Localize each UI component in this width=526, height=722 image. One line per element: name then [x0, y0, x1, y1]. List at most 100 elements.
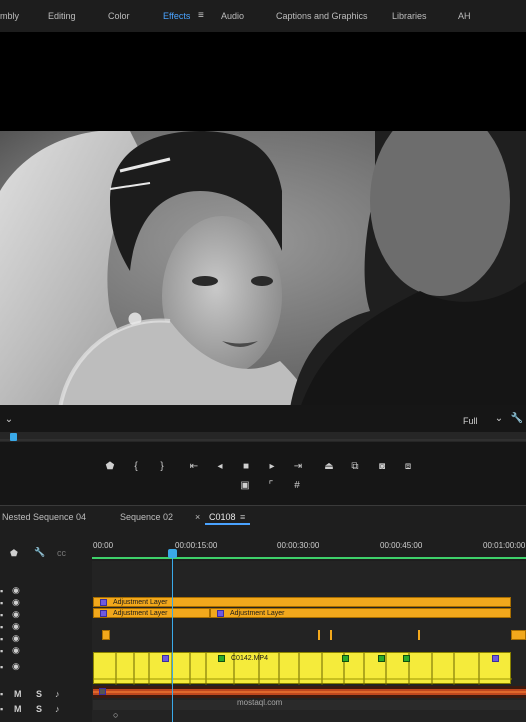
fx-badge-icon [162, 655, 169, 662]
step-back-icon[interactable]: ◂ [213, 461, 227, 473]
effect-badge-icon [342, 655, 349, 662]
monitor-controls: ⌄ Full ⌄ 🔧 ⬟ { } ⇤ ◂ ■ ▸ ⇥ ⏏ ⧉ ◙ ⧈ ▣ ⌜ # [0, 405, 526, 505]
go-to-in-icon[interactable]: ⇤ [187, 461, 201, 473]
clip-label: Adjustment Layer [113, 599, 168, 606]
ruler-label: 00:00:45:00 [380, 541, 423, 550]
lift-icon[interactable]: ⏏ [322, 461, 336, 473]
workspace-tab-ah[interactable]: AH [458, 11, 471, 21]
track-lock-icon[interactable]: ▪ [0, 634, 3, 644]
audio-clip[interactable] [93, 686, 526, 698]
tab-menu-icon[interactable]: ≡ [240, 512, 245, 522]
small-clip[interactable] [511, 630, 526, 640]
microphone-icon[interactable]: ♪ [55, 704, 60, 714]
safe-margins-icon[interactable]: ▣ [238, 480, 252, 492]
wrench-icon[interactable]: 🔧 [510, 413, 524, 425]
go-to-out-icon[interactable]: ⇥ [291, 461, 305, 473]
zoom-scroll-handle[interactable]: ○ [113, 710, 118, 720]
workspace-bar: mbly Editing Color Effects ≡ Audio Capti… [0, 0, 526, 32]
mute-button[interactable]: M [14, 704, 22, 714]
work-area-bar[interactable] [92, 557, 526, 559]
ruler-label: 00:00:15:00 [175, 541, 218, 550]
eye-icon[interactable]: ◉ [12, 609, 20, 619]
solo-button[interactable]: S [36, 704, 42, 714]
add-marker-icon[interactable]: ⬟ [10, 548, 18, 558]
fx-badge-icon [492, 655, 499, 662]
eye-icon[interactable]: ◉ [12, 585, 20, 595]
tab-c0108[interactable]: C0108 [209, 512, 236, 522]
chevron-down-icon[interactable]: ⌄ [2, 414, 16, 426]
step-forward-icon[interactable]: ▸ [265, 461, 279, 473]
effect-badge-icon [218, 655, 225, 662]
watermark-text: mostaql.com [237, 698, 283, 707]
video-frame [0, 131, 526, 408]
track-lock-icon[interactable]: ▪ [0, 610, 3, 620]
track-lock-icon[interactable]: ▪ [0, 689, 3, 699]
timeline-playhead-line[interactable] [172, 549, 173, 722]
monitor-playhead[interactable] [10, 433, 17, 441]
microphone-icon[interactable]: ♪ [55, 689, 60, 699]
video-clip[interactable]: C0142.MP4 [93, 652, 512, 685]
extract-icon[interactable]: ⧉ [348, 461, 362, 473]
workspace-tab-captions[interactable]: Captions and Graphics [276, 11, 368, 21]
solo-button[interactable]: S [36, 689, 42, 699]
eye-icon[interactable]: ◉ [12, 633, 20, 643]
active-tab-underline [205, 523, 250, 525]
clip-label: Adjustment Layer [230, 610, 285, 617]
track-lock-icon[interactable]: ▪ [0, 598, 3, 608]
add-marker-icon[interactable]: ⬟ [103, 461, 117, 473]
small-clip[interactable] [318, 630, 320, 640]
workspace-menu-icon[interactable]: ≡ [198, 10, 204, 21]
tab-sequence-02[interactable]: Sequence 02 [120, 512, 173, 522]
fx-badge-icon [217, 610, 224, 617]
small-clip[interactable] [418, 630, 420, 640]
timeline-playhead-handle[interactable] [168, 549, 177, 558]
audio-track-2[interactable] [93, 700, 526, 710]
tab-nested-sequence-04[interactable]: Nested Sequence 04 [2, 512, 86, 522]
workspace-tab-color[interactable]: Color [108, 11, 130, 21]
mute-button[interactable]: M [14, 689, 22, 699]
stop-icon[interactable]: ■ [239, 461, 253, 473]
mark-in-icon[interactable]: { [129, 461, 143, 473]
eye-icon[interactable]: ◉ [12, 645, 20, 655]
adjustment-layer-clip[interactable]: Adjustment Layer [210, 608, 511, 618]
workspace-tab-libraries[interactable]: Libraries [392, 11, 427, 21]
fx-badge-icon [100, 610, 107, 617]
effect-badge-icon [378, 655, 385, 662]
track-lock-icon[interactable]: ▪ [0, 586, 3, 596]
video-frame-image [0, 131, 526, 408]
track-lock-icon[interactable]: ▪ [0, 622, 3, 632]
timeline-settings-wrench-icon[interactable]: 🔧 [34, 547, 45, 557]
grid-icon[interactable]: # [290, 480, 304, 492]
small-clip[interactable] [102, 630, 110, 640]
scrub-ticks [0, 439, 526, 441]
chevron-down-icon[interactable]: ⌄ [492, 413, 506, 425]
export-frame-icon[interactable]: ◙ [375, 461, 389, 473]
clip-label: Adjustment Layer [113, 610, 168, 617]
mark-out-icon[interactable]: } [155, 461, 169, 473]
panel-divider [0, 505, 526, 506]
ruler-label: 00:00:30:00 [277, 541, 320, 550]
workspace-tab-audio[interactable]: Audio [221, 11, 244, 21]
close-tab-icon[interactable]: × [195, 512, 200, 522]
effect-badge-icon [403, 655, 410, 662]
comparison-view-icon[interactable]: ⧈ [401, 461, 415, 473]
clip-segments [94, 653, 512, 685]
workspace-tab-assembly[interactable]: mbly [0, 11, 19, 21]
playback-scrub-bar[interactable] [0, 432, 526, 442]
track-lock-icon[interactable]: ▪ [0, 646, 3, 656]
track-lock-icon[interactable]: ▪ [0, 662, 3, 672]
adjustment-layer-clip[interactable]: Adjustment Layer [93, 597, 511, 607]
zoom-level-select[interactable]: Full [463, 416, 478, 426]
timeline-panel: Nested Sequence 04 Sequence 02 × C0108 ≡… [0, 505, 526, 722]
captions-icon[interactable]: cc [57, 548, 66, 558]
eye-icon[interactable]: ◉ [12, 621, 20, 631]
small-clip[interactable] [330, 630, 332, 640]
eye-icon[interactable]: ◉ [12, 661, 20, 671]
ruler-label: 00:00 [93, 541, 114, 550]
track-lock-icon[interactable]: ▪ [0, 704, 3, 714]
eye-icon[interactable]: ◉ [12, 597, 20, 607]
proxy-toggle-icon[interactable]: ⌜ [264, 480, 278, 492]
workspace-tab-effects[interactable]: Effects [163, 11, 190, 21]
workspace-tab-editing[interactable]: Editing [48, 11, 76, 21]
adjustment-layer-clip[interactable]: Adjustment Layer [93, 608, 210, 618]
